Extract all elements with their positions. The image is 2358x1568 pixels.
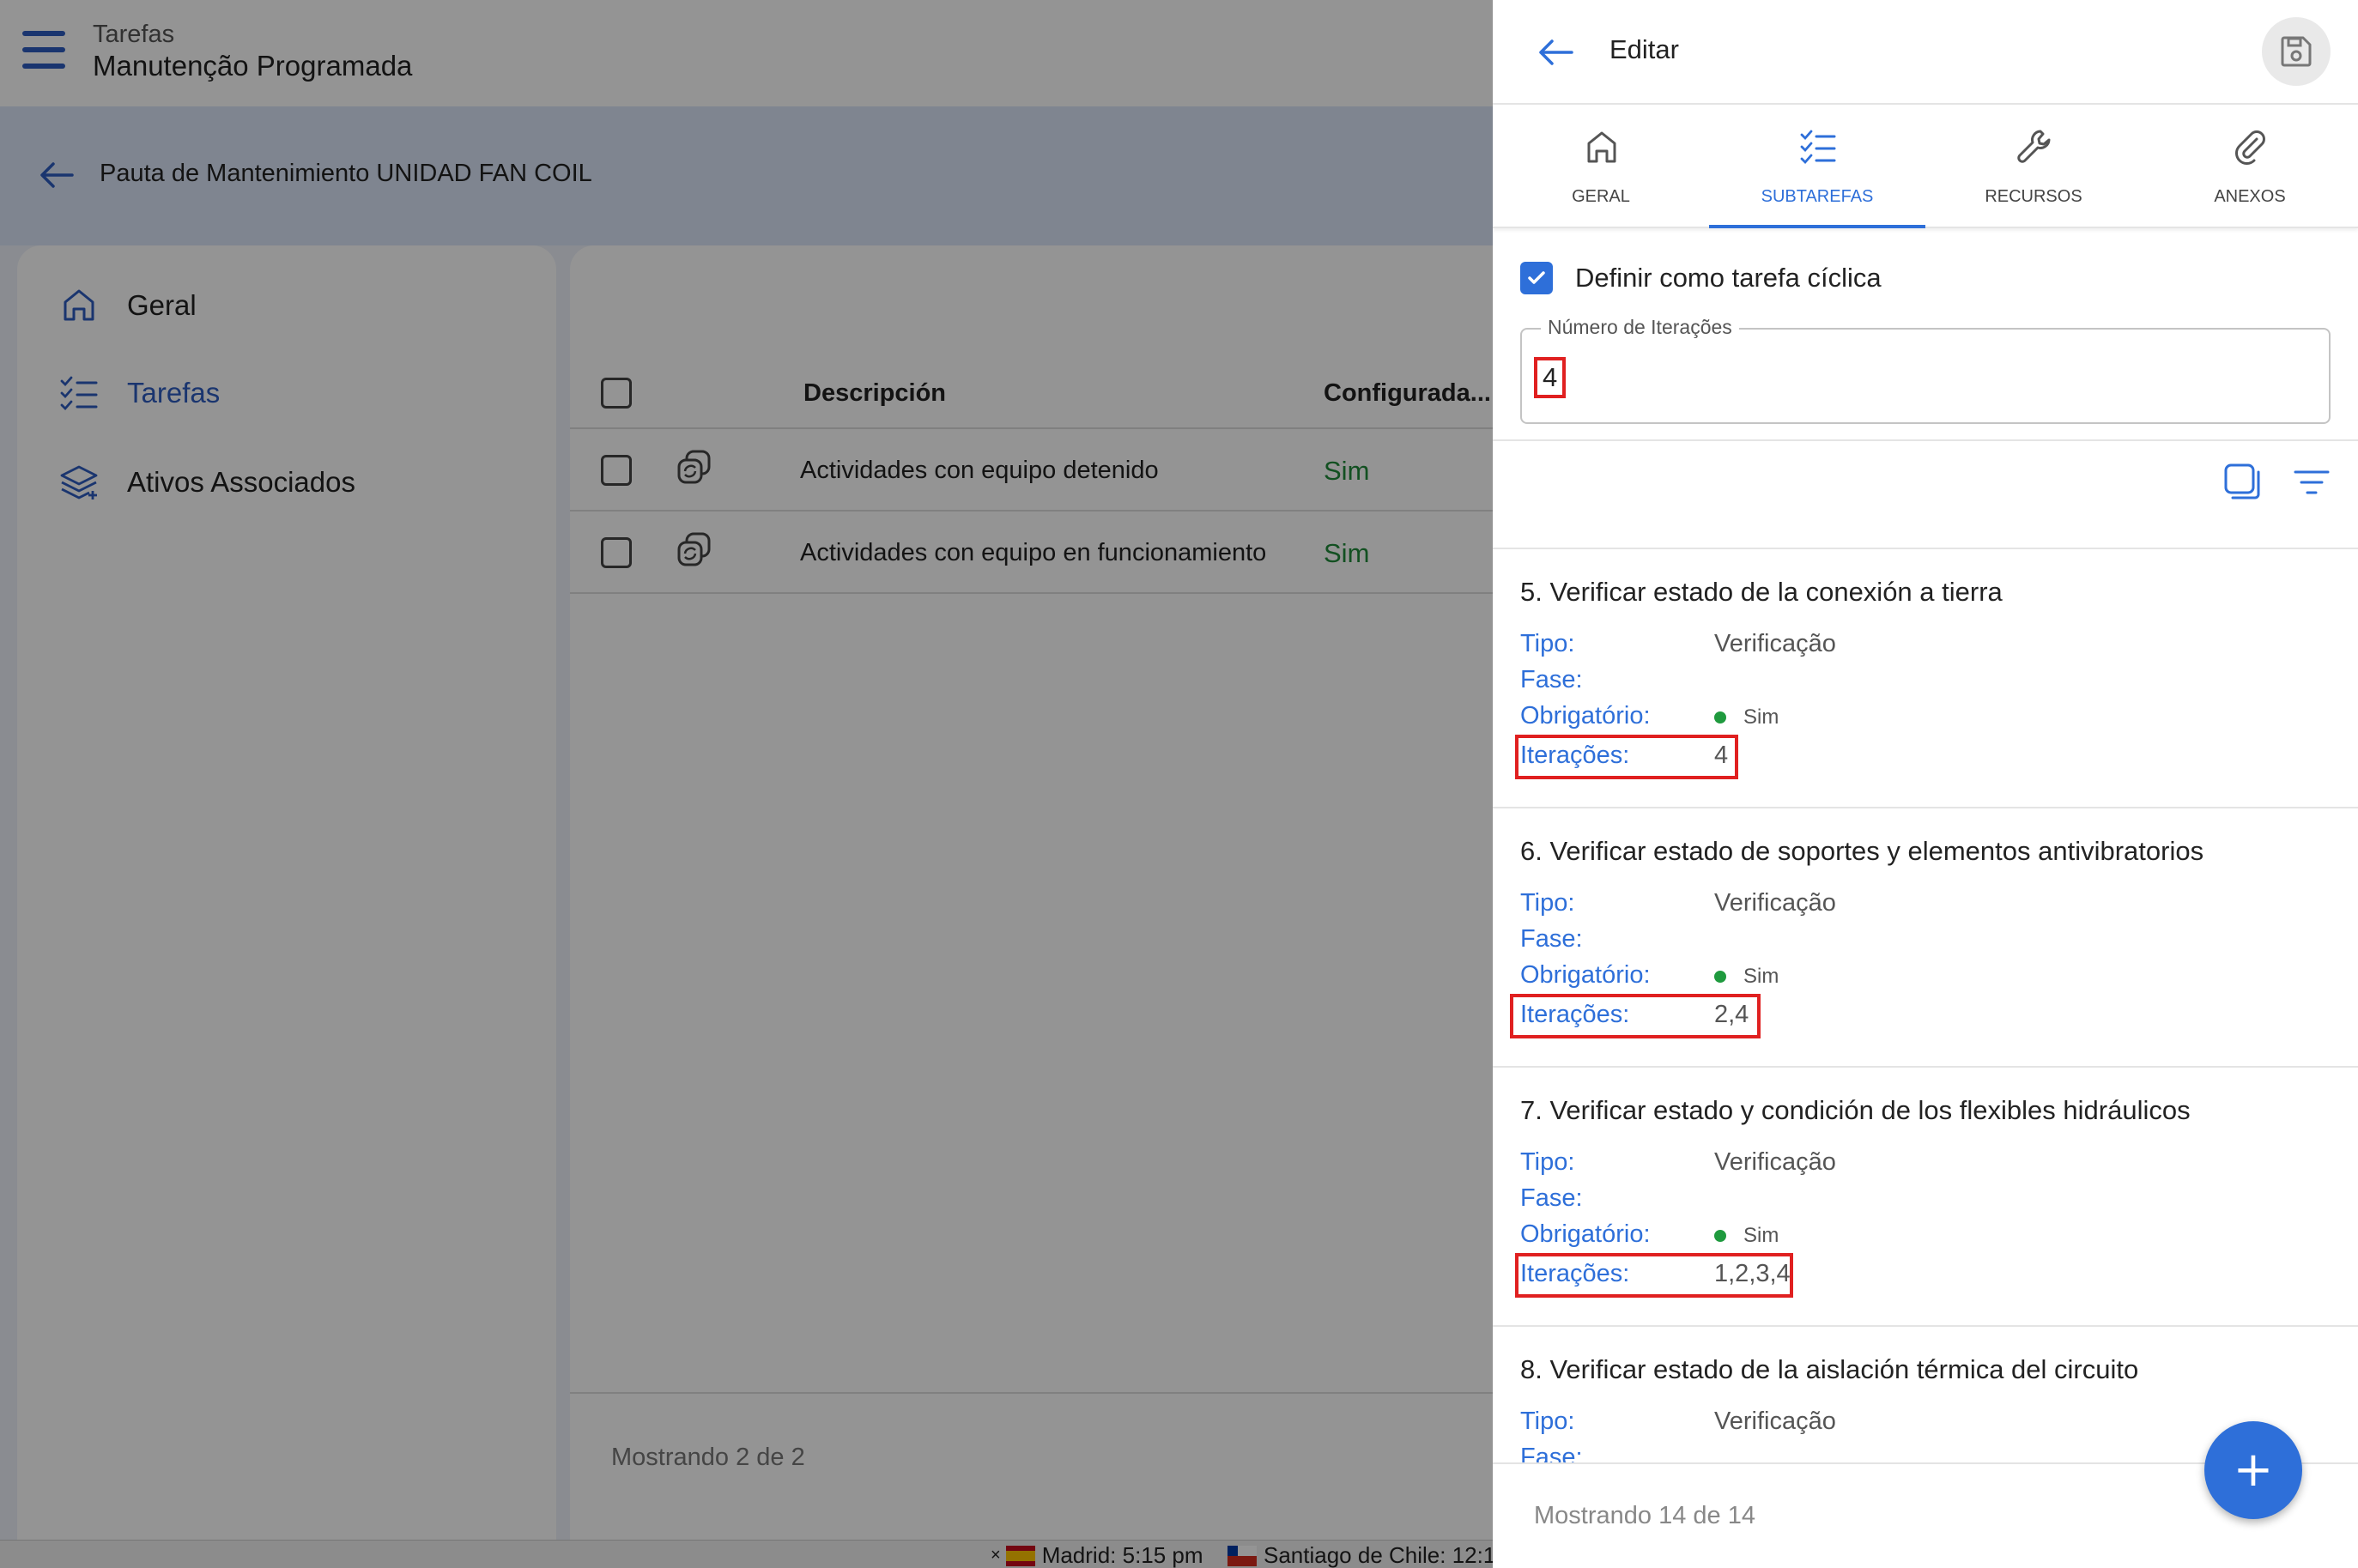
plus-icon: +	[2233, 1442, 2274, 1498]
status-dot-icon	[1714, 971, 1726, 983]
fase-label: Fase:	[1520, 1184, 1583, 1212]
tipo-label: Tipo:	[1520, 1408, 1575, 1435]
iteracoes-value: 2,4	[1714, 1001, 1749, 1028]
back-arrow-icon[interactable]	[1536, 33, 1575, 72]
tipo-value: Verificação	[1714, 889, 1836, 917]
tab-recursos[interactable]: RECURSOS	[1925, 105, 2142, 227]
fase-label: Fase:	[1520, 925, 1583, 953]
tipo-label: Tipo:	[1520, 1148, 1575, 1176]
cyclic-task-option: Definir como tarefa cíclica	[1520, 259, 1882, 297]
tipo-label: Tipo:	[1520, 889, 1575, 917]
obrigatorio-value: Sim	[1714, 705, 1779, 730]
tipo-label: Tipo:	[1520, 630, 1575, 657]
edit-drawer: Editar GERAL SUBTAREFAS RECURSOS ANEXOS …	[1493, 0, 2358, 1568]
checklist-icon	[1800, 130, 1836, 165]
list-item[interactable]: 6. Verificar estado de soportes y elemen…	[1493, 808, 2358, 1068]
cyclic-label: Definir como tarefa cíclica	[1575, 263, 1882, 293]
iteracoes-value: 1,2,3,4	[1714, 1260, 1791, 1287]
tipo-value: Verificação	[1714, 1408, 1836, 1435]
tipo-value: Verificação	[1714, 630, 1836, 657]
iteracoes-label: Iterações:	[1520, 1260, 1630, 1287]
tab-subtarefas[interactable]: SUBTAREFAS	[1709, 105, 1925, 228]
status-dot-icon	[1714, 1230, 1726, 1242]
divider	[1493, 439, 2358, 441]
iterations-input[interactable]: Número de Iterações 4	[1520, 316, 2331, 424]
copy-icon[interactable]	[2222, 462, 2262, 501]
modal-scrim[interactable]	[0, 0, 1493, 1568]
drawer-header: Editar	[1493, 0, 2358, 105]
obrigatorio-label: Obrigatório:	[1520, 702, 1651, 730]
tipo-value: Verificação	[1714, 1148, 1836, 1176]
tab-anexos[interactable]: ANEXOS	[2142, 105, 2358, 227]
obrigatorio-value: Sim	[1714, 965, 1779, 989]
home-icon	[1587, 131, 1616, 163]
drawer-tabs: GERAL SUBTAREFAS RECURSOS ANEXOS	[1493, 105, 2358, 228]
iterations-label: Número de Iterações	[1541, 316, 1739, 339]
subtask-title: 6. Verificar estado de soportes y elemen…	[1520, 836, 2204, 866]
subtask-title: 7. Verificar estado y condición de los f…	[1520, 1095, 2191, 1125]
status-dot-icon	[1714, 711, 1726, 723]
iteracoes-label: Iterações:	[1520, 1001, 1630, 1028]
cyclic-checkbox[interactable]	[1520, 262, 1553, 294]
subtask-count: Mostrando 14 de 14	[1534, 1502, 1755, 1529]
save-icon	[2281, 36, 2312, 67]
subtask-title: 5. Verificar estado de la conexión a tie…	[1520, 577, 2003, 607]
iteracoes-value: 4	[1714, 742, 1729, 769]
list-item[interactable]: 7. Verificar estado y condición de los f…	[1493, 1068, 2358, 1327]
wrench-icon	[2017, 130, 2051, 163]
tab-geral[interactable]: GERAL	[1493, 105, 1709, 227]
obrigatorio-value: Sim	[1714, 1224, 1779, 1248]
fase-label: Fase:	[1520, 666, 1583, 693]
save-button[interactable]	[2262, 17, 2331, 86]
filter-icon[interactable]	[2292, 465, 2331, 499]
list-item[interactable]: 5. Verificar estado de la conexión a tie…	[1493, 549, 2358, 808]
drawer-title: Editar	[1609, 34, 1679, 64]
iteracoes-label: Iterações:	[1520, 742, 1630, 769]
check-icon	[1528, 271, 1545, 284]
paperclip-icon	[2235, 130, 2265, 165]
obrigatorio-label: Obrigatório:	[1520, 1220, 1651, 1248]
add-subtask-button[interactable]: +	[2204, 1421, 2302, 1519]
subtask-title: 8. Verificar estado de la aislación térm…	[1520, 1354, 2139, 1384]
obrigatorio-label: Obrigatório:	[1520, 961, 1651, 989]
iterations-value[interactable]: 4	[1534, 357, 1567, 398]
